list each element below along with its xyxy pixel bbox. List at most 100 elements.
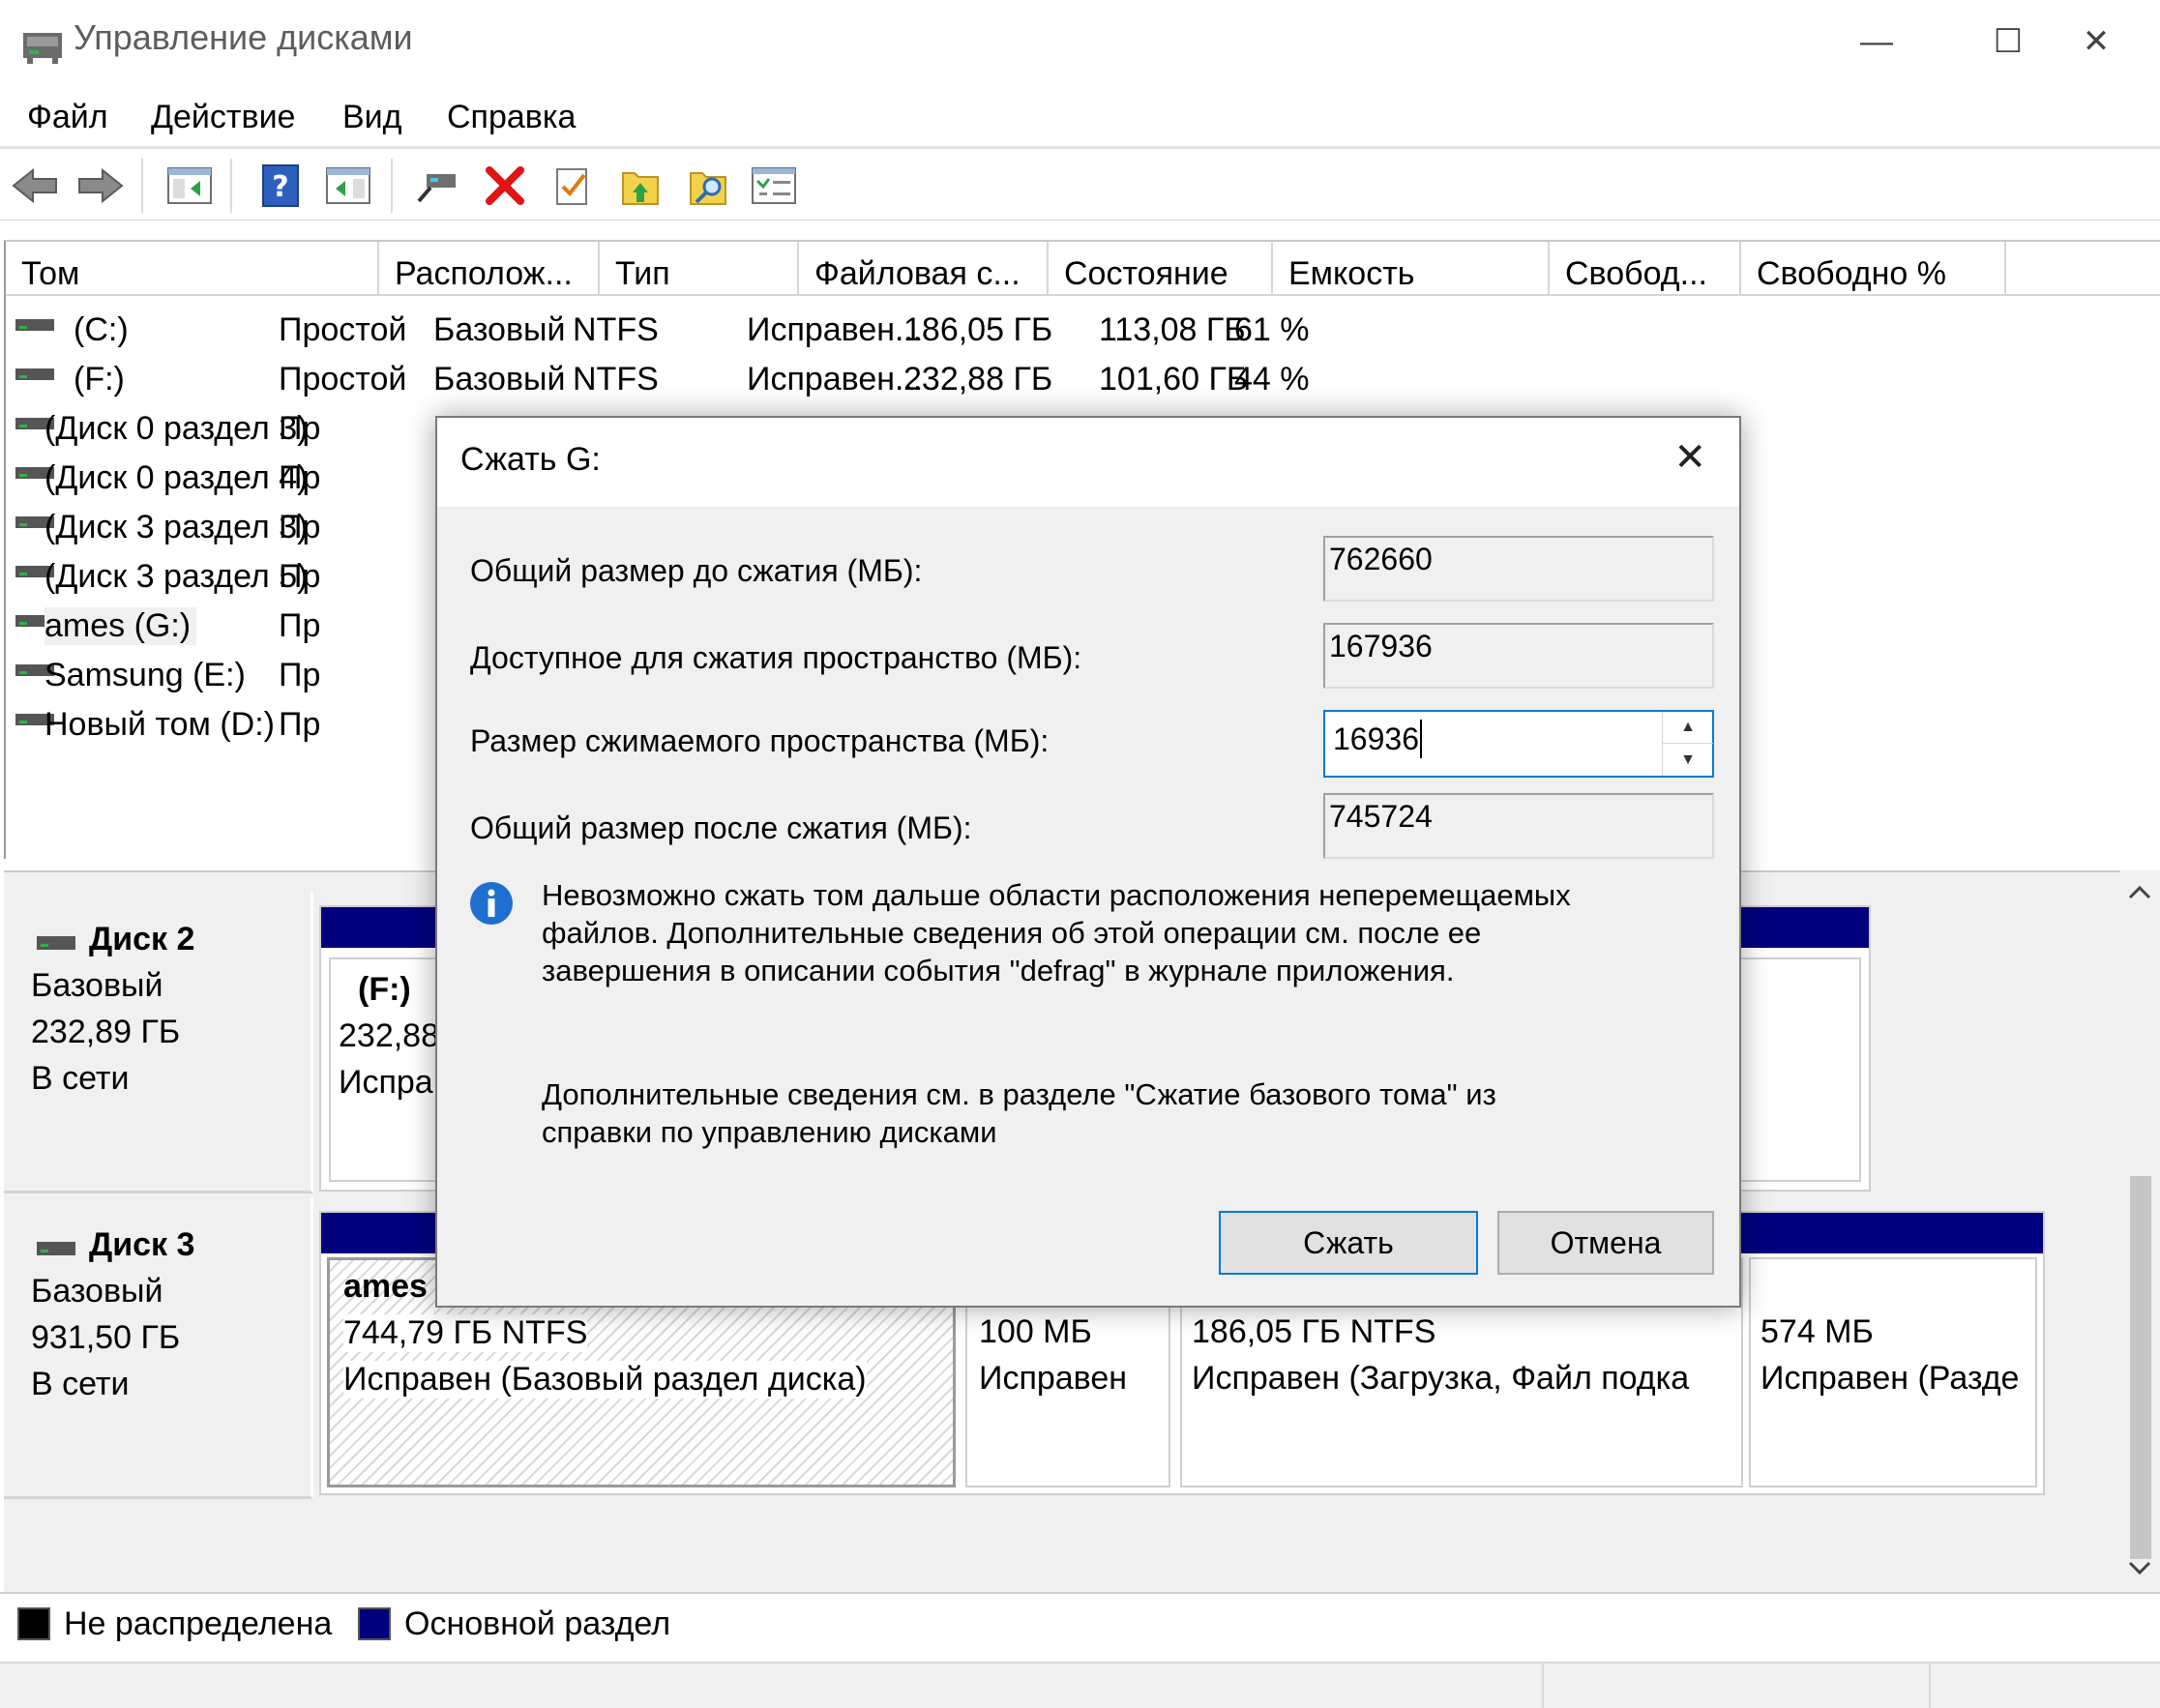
volume-cell-name: (Диск 0 раздел 3) xyxy=(44,410,309,447)
title-bar: Управление дисками — ☐ ✕ xyxy=(0,0,2160,83)
dialog-close-button[interactable]: ✕ xyxy=(1673,435,1706,480)
status-bar xyxy=(0,1662,2160,1708)
column-header-layout[interactable]: Располож... xyxy=(379,242,600,296)
info-message-line-3: завершения в описании события "defrag" в… xyxy=(542,954,1455,987)
minimize-button[interactable]: — xyxy=(1811,0,1942,83)
disk-3-label[interactable]: Диск 3 Базовый 931,50 ГБ В сети xyxy=(4,1197,313,1499)
volume-cell-layout: Пр xyxy=(279,706,321,743)
volume-cell-name: (Диск 3 раздел 3) xyxy=(44,509,309,545)
spin-down-icon[interactable]: ▼ xyxy=(1663,744,1713,776)
disk-type: Базовый xyxy=(31,1273,163,1310)
column-header-free[interactable]: Свобод... xyxy=(1550,242,1741,296)
column-header-volume[interactable]: Том xyxy=(6,242,379,296)
action-pane-icon[interactable] xyxy=(323,161,373,211)
shrink-button[interactable]: Сжать xyxy=(1219,1211,1478,1275)
spin-up-icon[interactable]: ▲ xyxy=(1663,712,1713,744)
menu-action[interactable]: Действие xyxy=(151,99,295,136)
volume-cell-fs: NTFS xyxy=(573,311,659,348)
volume-cell-name: Samsung (E:) xyxy=(44,657,246,693)
rescan-icon[interactable] xyxy=(615,161,666,211)
legend-unallocated-swatch xyxy=(17,1607,50,1640)
delete-icon[interactable] xyxy=(480,161,530,211)
scroll-up-icon[interactable] xyxy=(2128,884,2151,899)
volume-cell-capacity: 232,88 ГБ xyxy=(903,361,1053,398)
scroll-thumb[interactable] xyxy=(2130,1176,2151,1559)
volume-cell-layout: Пр xyxy=(279,509,321,545)
volume-cell-status: Исправен... xyxy=(747,311,923,348)
volume-cell-status: Исправен... xyxy=(747,361,923,398)
partition-574mb[interactable]: 574 МБ Исправен (Разде xyxy=(1749,1257,2037,1487)
volume-icon xyxy=(15,368,54,380)
column-header-free-percent[interactable]: Свободно % xyxy=(1741,242,2006,296)
disk-state: В сети xyxy=(31,1366,130,1402)
help-icon[interactable]: ? xyxy=(255,161,306,211)
volume-cell-layout: Простой xyxy=(279,361,407,398)
volume-cell-layout: Простой xyxy=(279,311,407,348)
disk-state: В сети xyxy=(31,1060,130,1097)
column-header-capacity[interactable]: Емкость xyxy=(1273,242,1550,296)
volume-cell-name: ames (G:) xyxy=(44,607,197,645)
volume-cell-free: 101,60 ГБ xyxy=(1099,361,1249,398)
dialog-title: Сжать G: xyxy=(460,441,601,478)
volume-cell-layout: Пр xyxy=(279,459,321,496)
disk-pane-scrollbar[interactable] xyxy=(2120,870,2160,1590)
total-after-value: 745724 xyxy=(1323,793,1714,859)
volume-row[interactable]: (F:) Простой Базовый NTFS Исправен... 232,88 … xyxy=(6,355,2037,404)
back-icon[interactable] xyxy=(10,161,60,211)
connect-drive-icon[interactable] xyxy=(412,161,462,211)
partition-status: Исправен xyxy=(979,1360,1128,1397)
disk-icon xyxy=(37,936,75,950)
spin-buttons: ▲ ▼ xyxy=(1662,712,1713,776)
column-header-type[interactable]: Тип xyxy=(600,242,799,296)
toolbar: ? xyxy=(0,151,2160,221)
disk-2-label[interactable]: Диск 2 Базовый 232,89 ГБ В сети xyxy=(4,892,313,1193)
settings-list-icon[interactable] xyxy=(749,161,799,211)
volume-cell-free_pct: 44 % xyxy=(1234,361,1310,398)
menu-bar: Файл Действие Вид Справка xyxy=(0,89,2160,149)
scroll-down-icon[interactable] xyxy=(2128,1561,2151,1576)
shrink-size-stepper[interactable]: 16936 ▲ ▼ xyxy=(1323,710,1714,778)
volume-cell-name: (F:) xyxy=(74,361,125,398)
total-after-label: Общий размер после сжатия (МБ): xyxy=(470,810,972,845)
volume-cell-layout: Пр xyxy=(279,558,321,595)
toolbar-separator xyxy=(391,159,393,213)
volume-cell-name: (Диск 3 раздел 5) xyxy=(44,558,309,595)
column-header-status[interactable]: Состояние xyxy=(1049,242,1273,296)
shrink-size-label: Размер сжимаемого пространства (МБ): xyxy=(470,723,1050,758)
partition-size: 744,79 ГБ NTFS xyxy=(343,1314,588,1352)
console-tree-icon[interactable] xyxy=(164,161,215,211)
volume-cell-fs: NTFS xyxy=(573,361,659,398)
menu-help[interactable]: Справка xyxy=(447,99,576,136)
shrink-dialog: Сжать G: ✕ Общий размер до сжатия (МБ): … xyxy=(435,416,1741,1308)
properties-icon[interactable] xyxy=(547,161,598,211)
volume-cell-type: Базовый xyxy=(433,361,566,398)
close-button[interactable]: ✕ xyxy=(2043,0,2149,83)
info-icon xyxy=(470,882,513,925)
total-before-label: Общий размер до сжатия (МБ): xyxy=(470,553,923,588)
disk-title: Диск 3 xyxy=(89,1226,195,1263)
volume-cell-name: (C:) xyxy=(74,311,129,348)
disk-title: Диск 2 xyxy=(89,921,195,957)
info-message-line-1: Невозможно сжать том дальше области расп… xyxy=(542,878,1571,912)
partition-size: 100 МБ xyxy=(979,1313,1092,1350)
forward-icon[interactable] xyxy=(75,161,126,211)
partition-status: Испра xyxy=(339,1064,433,1101)
column-header-filesystem[interactable]: Файловая с... xyxy=(799,242,1049,296)
legend-unallocated-label: Не распределена xyxy=(64,1605,333,1642)
volume-cell-layout: Пр xyxy=(279,607,321,644)
disk-size: 931,50 ГБ xyxy=(31,1319,181,1356)
volume-cell-capacity: 186,05 ГБ xyxy=(903,311,1053,348)
shrink-size-input[interactable]: 16936 xyxy=(1333,721,1419,757)
cancel-button[interactable]: Отмена xyxy=(1497,1211,1714,1275)
refresh-icon[interactable] xyxy=(683,161,733,211)
partition-size: 232,88 xyxy=(339,1017,439,1054)
menu-view[interactable]: Вид xyxy=(342,99,402,136)
partition-name: (F:) xyxy=(358,971,411,1008)
help-message-line-2: справки по управлению дисками xyxy=(542,1115,997,1149)
volume-row[interactable]: (C:) Простой Базовый NTFS Исправен... 186,05 … xyxy=(6,306,2037,355)
partition-status: Исправен (Загрузка, Файл подка xyxy=(1192,1360,1690,1397)
volume-cell-name: Новый том (D:) xyxy=(44,706,275,743)
menu-file[interactable]: Файл xyxy=(27,99,108,136)
window-title: Управление дисками xyxy=(74,17,413,57)
available-label: Доступное для сжатия пространство (МБ): xyxy=(470,640,1082,675)
